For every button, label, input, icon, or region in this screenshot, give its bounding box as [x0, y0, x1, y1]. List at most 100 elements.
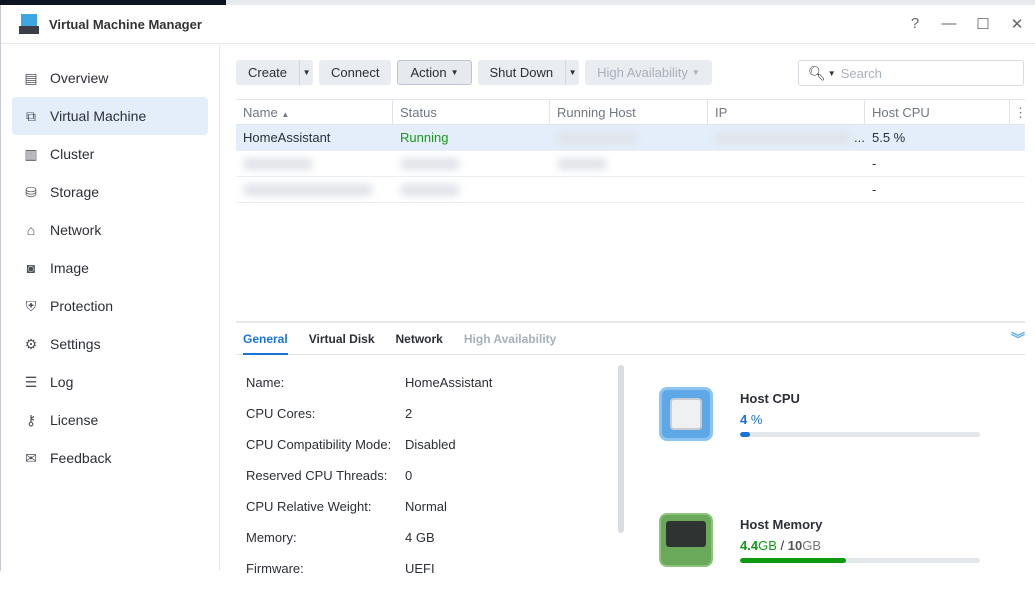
title-bar: Virtual Machine Manager ? — ☐ ✕ — [1, 5, 1035, 44]
ha-label: High Availability — [597, 65, 688, 80]
scrollbar[interactable] — [618, 365, 624, 533]
search-icon[interactable]: 🔍︎ — [808, 65, 826, 82]
column-host-cpu[interactable]: Host CPU — [865, 100, 1010, 124]
sidebar-item-label: Storage — [50, 184, 100, 200]
vm-name: HomeAssistant — [243, 130, 331, 145]
tab-high-availability[interactable]: High Availability — [464, 323, 556, 355]
search-placeholder: Search — [840, 65, 882, 81]
create-label: Create — [248, 65, 288, 80]
property-label: CPU Cores: — [246, 406, 316, 421]
table-row[interactable]: - — [236, 151, 1025, 177]
sidebar-item-label: Protection — [50, 298, 114, 314]
sidebar-item-protection[interactable]: ⛨ Protection — [12, 287, 208, 325]
sidebar-item-label: Feedback — [50, 450, 112, 466]
column-menu-icon[interactable]: ⋮ — [1010, 100, 1027, 124]
sidebar-item-label: Overview — [50, 70, 109, 86]
property-row: Name: HomeAssistant — [246, 375, 492, 406]
shutdown-dropdown-icon[interactable]: ▼ — [565, 60, 579, 85]
sidebar-item-label: Image — [50, 260, 89, 276]
key-icon: ⚷ — [25, 412, 37, 428]
network-icon: ⌂ — [26, 222, 36, 238]
property-label: Name: — [246, 375, 285, 390]
memory-used-unit: GB — [758, 538, 777, 553]
property-row: Firmware: UEFI — [246, 561, 492, 592]
sidebar-item-label: Cluster — [50, 146, 95, 162]
sidebar-item-network[interactable]: ⌂ Network — [12, 211, 208, 249]
vm-host-cpu: 5.5 % — [872, 130, 906, 145]
sidebar-item-virtual-machine[interactable]: ⧉ Virtual Machine — [12, 97, 208, 135]
property-label: CPU Relative Weight: — [246, 499, 372, 514]
table-row[interactable]: HomeAssistant Running ... 5.5 % — [236, 125, 1025, 151]
create-dropdown-icon[interactable]: ▼ — [299, 60, 313, 85]
sidebar-item-settings[interactable]: ⚙ Settings — [12, 325, 208, 363]
memory-icon — [659, 513, 713, 567]
vm-ip-redacted: ... — [708, 130, 865, 145]
column-ip[interactable]: IP — [708, 100, 865, 124]
action-button[interactable]: Action ▼ — [397, 60, 472, 85]
shutdown-button[interactable]: Shut Down ▼ — [477, 60, 580, 85]
tab-general[interactable]: General — [243, 323, 288, 355]
search-input[interactable]: 🔍︎ ▼ Search — [798, 60, 1024, 86]
high-availability-button[interactable]: High Availability ▼ — [585, 60, 712, 85]
maximize-button[interactable]: ☐ — [975, 15, 991, 33]
property-row: Reserved CPU Threads: 0 — [246, 468, 492, 499]
property-value: HomeAssistant — [405, 375, 493, 390]
table-row[interactable]: - — [236, 177, 1025, 203]
sidebar-item-overview[interactable]: ▤ Overview — [12, 59, 208, 97]
help-button[interactable]: ? — [907, 15, 923, 33]
property-value: UEFI — [405, 561, 435, 576]
chevron-down-icon: ▼ — [691, 68, 700, 77]
property-value: Disabled — [405, 437, 456, 452]
sidebar-item-feedback[interactable]: ✉ Feedback — [12, 439, 208, 477]
connect-button[interactable]: Connect — [319, 60, 392, 85]
gear-icon: ⚙ — [24, 336, 38, 352]
host-cpu-unit: % — [750, 412, 763, 427]
sidebar-item-license[interactable]: ⚷ License — [12, 401, 208, 439]
tab-network[interactable]: Network — [396, 323, 443, 355]
property-value: 2 — [405, 406, 413, 421]
property-label: Firmware: — [246, 561, 304, 576]
vm-status: Running — [400, 130, 449, 145]
collapse-chevron-icon[interactable]: ︾ — [1011, 329, 1025, 349]
shield-icon: ⛨ — [25, 298, 37, 314]
feedback-icon: ✉ — [25, 450, 37, 466]
property-value: Normal — [405, 499, 447, 514]
detail-panel: General Virtual Disk Network High Availa… — [236, 321, 1025, 576]
minimize-button[interactable]: — — [941, 15, 957, 33]
virtual-machine-icon: ⧉ — [26, 108, 36, 124]
shutdown-label: Shut Down — [489, 65, 554, 80]
close-button[interactable]: ✕ — [1009, 15, 1025, 33]
chevron-down-icon: ▼ — [450, 68, 459, 77]
host-memory-widget: Host Memory 4.4GB / 10GB — [659, 513, 980, 567]
sidebar-item-log[interactable]: ☰ Log — [12, 363, 208, 401]
sidebar-item-storage[interactable]: ⛁ Storage — [12, 173, 208, 211]
property-row: Memory: 4 GB — [246, 530, 492, 561]
overview-icon: ▤ — [24, 70, 38, 86]
cluster-icon: ▥ — [24, 146, 38, 162]
toolbar: Create ▼ Connect Action ▼ Shut Down ▼ High … — [236, 60, 712, 85]
sidebar-item-label: Virtual Machine — [50, 108, 147, 124]
host-cpu-value: 4 — [740, 412, 748, 427]
host-memory-bar — [740, 558, 980, 563]
column-running-host[interactable]: Running Host — [550, 100, 708, 124]
column-status[interactable]: Status — [393, 100, 550, 124]
vm-host-cpu: - — [872, 156, 877, 171]
host-cpu-bar — [740, 432, 980, 437]
create-button[interactable]: Create ▼ — [236, 60, 314, 85]
cpu-icon — [659, 387, 713, 441]
window-title: Virtual Machine Manager — [49, 16, 202, 32]
column-name[interactable]: Name ▲ — [236, 100, 393, 124]
property-label: Memory: — [246, 530, 297, 545]
property-row: CPU Cores: 2 — [246, 406, 492, 437]
image-icon: ◙ — [26, 260, 36, 276]
tab-virtual-disk[interactable]: Virtual Disk — [309, 323, 375, 355]
sidebar-item-label: Network — [50, 222, 102, 238]
property-row: CPU Relative Weight: Normal — [246, 499, 492, 530]
vm-host-cpu: - — [872, 182, 877, 197]
sidebar-item-image[interactable]: ◙ Image — [12, 249, 208, 287]
host-cpu-label: Host CPU — [740, 391, 800, 406]
app-logo-icon — [19, 14, 39, 34]
sidebar-item-cluster[interactable]: ▥ Cluster — [12, 135, 208, 173]
vm-table: Name ▲ Status Running Host IP Host CPU ⋮… — [236, 99, 1027, 203]
property-list: Name: HomeAssistant CPU Cores: 2 CPU Compati… — [246, 375, 492, 592]
